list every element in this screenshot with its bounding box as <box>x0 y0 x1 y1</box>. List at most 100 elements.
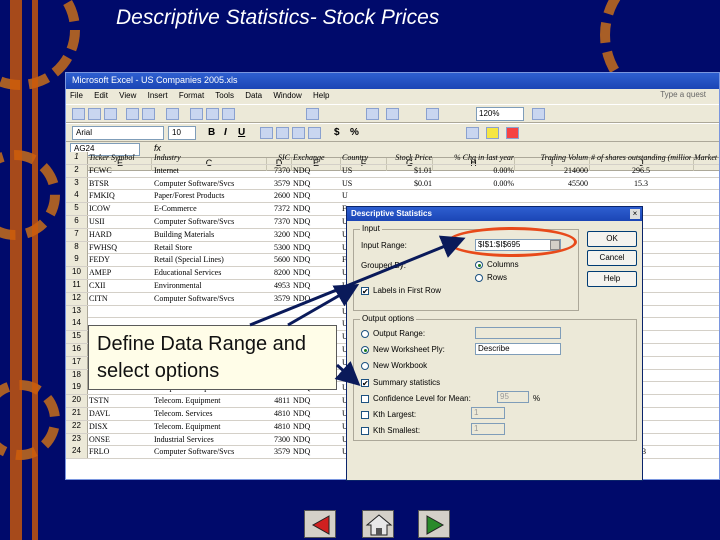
menu-file[interactable]: File <box>70 91 83 100</box>
borders-icon[interactable] <box>466 127 479 139</box>
menu-help[interactable]: Help <box>313 91 329 100</box>
next-slide-button[interactable] <box>418 510 450 538</box>
underline-button[interactable]: U <box>238 127 245 138</box>
preview-icon[interactable] <box>142 108 155 120</box>
table-cell[interactable]: U <box>342 191 386 200</box>
row-number[interactable]: 3 <box>66 177 88 190</box>
table-cell[interactable]: AMEP <box>89 268 151 277</box>
table-cell[interactable]: 214000 <box>516 166 588 175</box>
table-cell[interactable]: 3579 <box>268 447 290 456</box>
print-icon[interactable] <box>126 108 139 120</box>
table-cell[interactable]: NDQ <box>293 268 341 277</box>
header-cell[interactable]: Ticker Symbol <box>89 153 151 162</box>
table-cell[interactable]: NDQ <box>293 191 341 200</box>
sum-icon[interactable] <box>366 108 379 120</box>
kth-largest-field[interactable]: 1 <box>471 407 505 419</box>
rows-radio[interactable] <box>475 274 483 282</box>
currency-button[interactable]: $ <box>334 127 340 138</box>
open-icon[interactable] <box>88 108 101 120</box>
table-cell[interactable]: Telecom. Equipment <box>154 422 266 431</box>
header-cell[interactable]: Country <box>342 153 386 162</box>
menu-edit[interactable]: Edit <box>94 91 108 100</box>
confidence-level-field[interactable]: 95 <box>497 391 529 403</box>
table-cell[interactable]: Computer Software/Svcs <box>154 217 266 226</box>
row-number[interactable]: 12 <box>66 292 88 305</box>
row-number[interactable]: 16 <box>66 343 88 356</box>
output-range-field[interactable] <box>475 327 561 339</box>
new-worksheet-radio[interactable] <box>361 346 369 354</box>
header-cell[interactable]: Market <box>694 153 719 162</box>
sort-icon[interactable] <box>386 108 399 120</box>
table-cell[interactable]: NDQ <box>293 243 341 252</box>
table-cell[interactable]: NDQ <box>293 166 341 175</box>
row-number[interactable]: 14 <box>66 318 88 331</box>
copy-icon[interactable] <box>206 108 219 120</box>
table-cell[interactable]: NDQ <box>293 281 341 290</box>
row-number[interactable]: 23 <box>66 433 88 446</box>
row-number[interactable]: 10 <box>66 267 88 280</box>
close-icon[interactable]: × <box>630 209 640 219</box>
columns-radio[interactable] <box>475 261 483 269</box>
table-cell[interactable]: NDQ <box>293 447 341 456</box>
previous-slide-button[interactable] <box>304 510 336 538</box>
table-cell[interactable]: 7370 <box>268 166 290 175</box>
row-number[interactable]: 2 <box>66 164 88 177</box>
kth-smallest-field[interactable]: 1 <box>471 423 505 435</box>
row-number[interactable]: 8 <box>66 241 88 254</box>
merge-icon[interactable] <box>308 127 321 139</box>
chart-icon[interactable] <box>426 108 439 120</box>
table-cell[interactable]: 2600 <box>268 191 290 200</box>
summary-statistics-checkbox[interactable]: ✔ <box>361 379 369 388</box>
new-icon[interactable] <box>72 108 85 120</box>
bold-button[interactable]: B <box>208 127 215 138</box>
table-cell[interactable]: FCWC <box>89 166 151 175</box>
table-cell[interactable]: USII <box>89 217 151 226</box>
table-cell[interactable]: Building Materials <box>154 230 266 239</box>
row-number[interactable]: 4 <box>66 190 88 203</box>
table-cell[interactable]: NDQ <box>293 204 341 213</box>
table-cell[interactable]: Retail (Special Lines) <box>154 255 266 264</box>
header-cell[interactable]: Trading Volum <box>516 153 588 162</box>
menu-view[interactable]: View <box>119 91 136 100</box>
header-cell[interactable]: % Chg in last year <box>434 153 514 162</box>
menu-tools[interactable]: Tools <box>215 91 234 100</box>
home-button[interactable] <box>362 510 394 538</box>
table-cell[interactable]: Computer Software/Svcs <box>154 294 266 303</box>
table-cell[interactable]: 296.5 <box>591 166 691 175</box>
row-number[interactable]: 18 <box>66 369 88 382</box>
table-cell[interactable]: 3579 <box>268 179 290 188</box>
confidence-level-checkbox[interactable] <box>361 395 369 403</box>
row-number[interactable]: 13 <box>66 305 88 318</box>
table-cell[interactable]: $1.01 <box>388 166 432 175</box>
header-cell[interactable]: SIC <box>268 153 290 162</box>
table-cell[interactable]: NDQ <box>293 179 341 188</box>
table-cell[interactable]: Educational Services <box>154 268 266 277</box>
table-cell[interactable]: 4810 <box>268 422 290 431</box>
help-search-box[interactable]: Type a quest <box>660 90 706 99</box>
table-cell[interactable]: HARD <box>89 230 151 239</box>
row-number[interactable]: 21 <box>66 407 88 420</box>
row-number[interactable]: 15 <box>66 331 88 344</box>
table-cell[interactable]: Paper/Forest Products <box>154 191 266 200</box>
header-cell[interactable]: Exchange <box>293 153 341 162</box>
menu-insert[interactable]: Insert <box>148 91 168 100</box>
table-cell[interactable]: 15.3 <box>591 179 691 188</box>
table-cell[interactable]: Environmental <box>154 281 266 290</box>
output-range-radio[interactable] <box>361 330 369 338</box>
menu-data[interactable]: Data <box>245 91 262 100</box>
table-cell[interactable]: FEDY <box>89 255 151 264</box>
row-number[interactable]: 24 <box>66 446 88 459</box>
table-cell[interactable]: NDQ <box>293 294 341 303</box>
font-color-icon[interactable] <box>506 127 519 139</box>
table-cell[interactable]: NDQ <box>293 409 341 418</box>
table-cell[interactable]: Computer Software/Svcs <box>154 179 266 188</box>
table-cell[interactable]: ICOW <box>89 204 151 213</box>
new-worksheet-field[interactable]: Describe <box>475 343 561 355</box>
table-cell[interactable]: 4810 <box>268 409 290 418</box>
table-cell[interactable]: 7300 <box>268 435 290 444</box>
labels-first-row-checkbox[interactable]: ✔ <box>361 287 369 296</box>
menu-window[interactable]: Window <box>273 91 301 100</box>
row-number[interactable]: 20 <box>66 395 88 408</box>
table-cell[interactable]: 0.00% <box>434 179 514 188</box>
row-number[interactable]: 5 <box>66 203 88 216</box>
